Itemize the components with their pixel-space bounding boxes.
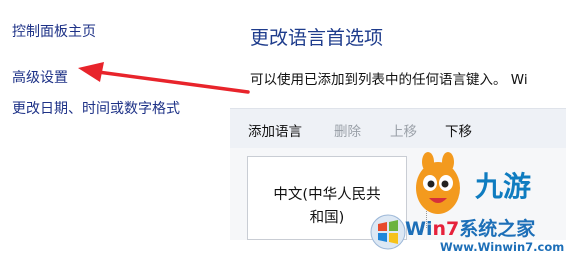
site-name-part3: 系统之家 xyxy=(459,218,536,240)
site-name-part1: Wi xyxy=(405,218,433,240)
language-name-line1: 中文(中华人民共 xyxy=(273,187,381,203)
site-name-part2: n7 xyxy=(432,218,460,240)
site-url: Www.Winwin7.com xyxy=(440,240,565,254)
mascot-logo-icon xyxy=(416,152,460,214)
sidebar-item-control-panel-home[interactable]: 控制面板主页 xyxy=(12,21,96,41)
remove-button[interactable]: 删除 xyxy=(334,120,361,140)
windows-logo-icon xyxy=(370,214,406,250)
red-arrow-annotation xyxy=(78,62,250,94)
move-down-button[interactable]: 下移 xyxy=(445,120,472,140)
sidebar-item-advanced-settings[interactable]: 高级设置 xyxy=(12,67,68,87)
language-toolbar: 添加语言 删除 上移 下移 xyxy=(230,108,566,148)
move-up-button[interactable]: 上移 xyxy=(390,120,417,140)
brand-text: 九游 xyxy=(475,170,532,203)
page-title: 更改语言首选项 xyxy=(250,27,384,49)
page-description: 可以使用已添加到列表中的任何语言键入。 Wi xyxy=(250,72,528,88)
add-language-button[interactable]: 添加语言 xyxy=(248,120,302,140)
sidebar-item-change-date-time-format[interactable]: 更改日期、时间或数字格式 xyxy=(12,98,180,118)
sidebar: 控制面板主页 高级设置 更改日期、时间或数字格式 xyxy=(0,0,230,259)
site-name: Win7系统之家 xyxy=(405,214,535,241)
